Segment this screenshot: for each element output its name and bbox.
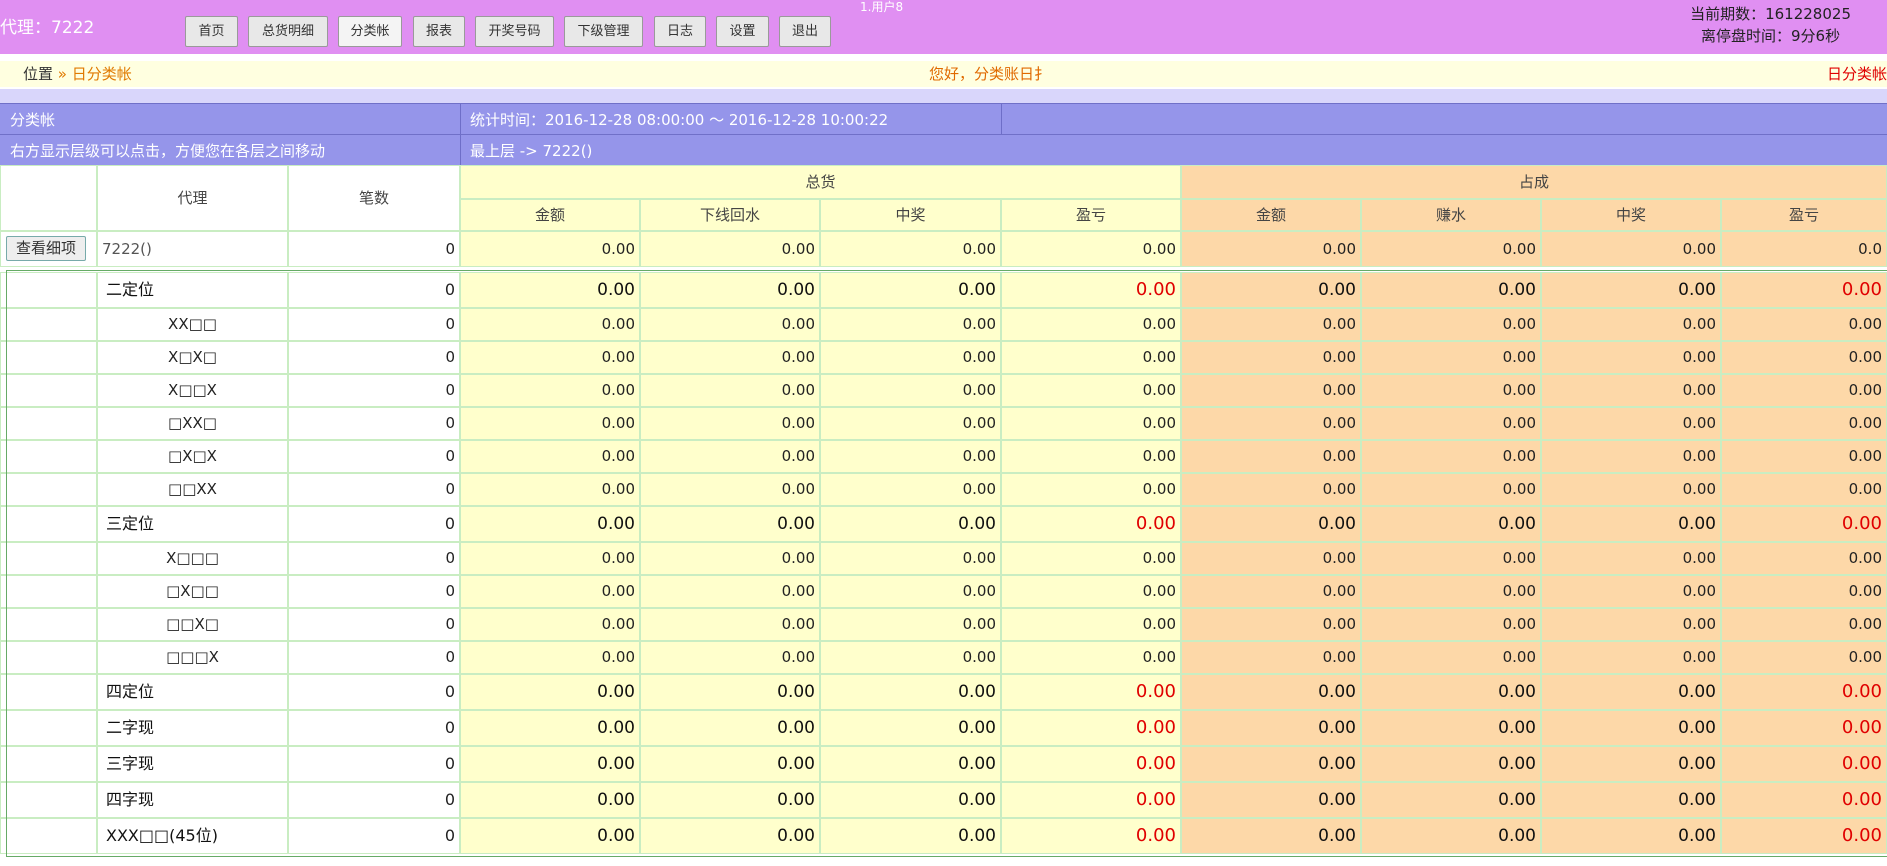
close-countdown: 离停盘时间：9分6秒 [1701,27,1841,45]
nav-home[interactable]: 首页 [185,16,238,47]
nav-log[interactable]: 日志 [654,16,706,47]
top-header: 代理：7222 1.用户8 首页 总货明细 分类帐 报表 开奖号码 下级管理 日… [0,0,1887,54]
header-share-1: 赚水 [1361,199,1541,231]
nav-report[interactable]: 报表 [413,16,465,47]
header-share-0: 金额 [1181,199,1361,231]
summary-value-2: 0.00 [820,231,1001,267]
summary-value-4: 0.00 [1181,231,1361,267]
summary-value-3: 0.00 [1001,231,1181,267]
summary-agent[interactable]: 7222() [97,231,288,267]
period-info: 当前期数：161228025 离停盘时间：9分6秒 [1690,3,1851,47]
header-total: 总货 [460,165,1181,199]
summary-value-7: 0.0 [1721,231,1887,267]
header-total-3: 盈亏 [1001,199,1181,231]
page-title-right: 日分类帐 [1826,65,1887,83]
header-total-2: 中奖 [820,199,1001,231]
blank-header-cell [0,165,97,231]
level-hint: 右方显示层级可以点击，方便您在各层之间移动 [10,142,326,160]
header-share-2: 中奖 [1541,199,1721,231]
user-tag: 1.用户8 [860,0,904,14]
summary-count: 0 [288,231,460,267]
nav-settings[interactable]: 设置 [716,16,769,47]
level-path[interactable]: 最上层 -> 7222() [470,140,592,161]
current-period: 当前期数：161228025 [1690,5,1851,23]
header-total-1: 下线回水 [640,199,820,231]
summary-value-0: 0.00 [460,231,640,267]
nav-ledger[interactable]: 分类帐 [338,16,402,47]
notice-marquee: 您好，分类账日扌 [929,65,1050,83]
level-bar: 右方显示层级可以点击，方便您在各层之间移动 最上层 -> 7222() [0,134,1887,165]
summary-value-1: 0.00 [640,231,820,267]
view-detail-button[interactable]: 查看细项 [6,236,86,261]
category-table-frame [6,270,1887,857]
info-bar: 分类帐 统计时间：2016-12-28 08:00:00 ～ 2016-12-2… [0,103,1887,134]
ledger-title: 分类帐 [10,111,56,129]
header-agent: 代理 [97,165,288,231]
header-share-3: 盈亏 [1721,199,1887,231]
nav-draw-numbers[interactable]: 开奖号码 [475,16,554,47]
header-share: 占成 [1181,165,1887,199]
summary-value-5: 0.00 [1361,231,1541,267]
nav-total-detail[interactable]: 总货明细 [248,16,328,47]
header-total-0: 金额 [460,199,640,231]
stat-time: 统计时间：2016-12-28 08:00:00 ～ 2016-12-28 10… [470,111,889,129]
breadcrumb: 位置 » 日分类帐 您好，分类账日扌 日分类帐 [0,61,1887,87]
agent-label: 代理：7222 [0,18,95,38]
summary-value-6: 0.00 [1541,231,1721,267]
spacer-band [0,89,1887,103]
nav-subordinates[interactable]: 下级管理 [564,16,643,47]
breadcrumb-position[interactable]: 位置 [23,65,53,83]
nav-logout[interactable]: 退出 [779,16,831,47]
header-count: 笔数 [288,165,460,231]
breadcrumb-current: » 日分类帐 [53,65,132,83]
